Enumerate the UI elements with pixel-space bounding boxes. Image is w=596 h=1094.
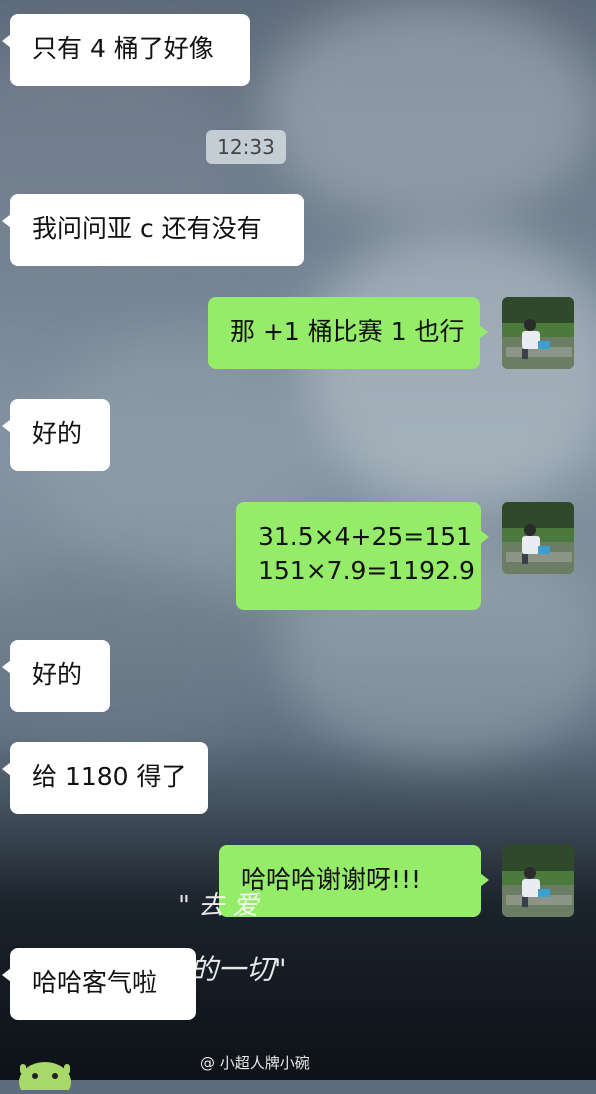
message-text: 给 1180 得了 — [32, 762, 187, 791]
message-text: 只有 4 桶了好像 — [32, 34, 214, 63]
user-avatar[interactable] — [502, 297, 574, 369]
message-bubble-incoming[interactable]: 好的 — [2, 399, 110, 471]
message-text: 哈哈哈谢谢呀!!! — [241, 865, 422, 894]
message-bubble-incoming[interactable]: 好的 — [2, 640, 110, 712]
message-text-line: 31.5×4+25=151 — [258, 522, 472, 551]
message-text: 好的 — [32, 419, 83, 448]
message-bubble-incoming[interactable]: 我问问亚 c 还有没有 — [2, 194, 304, 266]
message-bubble-incoming[interactable]: 给 1180 得了 — [2, 742, 208, 814]
avatar-photo-icon — [502, 845, 574, 917]
watermark-text: @ 小超人牌小碗 — [200, 1054, 310, 1072]
handwriting-line-1: " 去 爱 — [178, 891, 259, 921]
message-text: 好的 — [32, 660, 83, 689]
weibo-watermark: @ 小超人牌小碗 — [200, 1052, 310, 1073]
message-bubble-outgoing[interactable]: 那 +1 桶比赛 1 也行 — [208, 297, 488, 369]
user-avatar[interactable] — [502, 502, 574, 574]
avatar-photo-icon — [502, 502, 574, 574]
message-bubble-incoming[interactable]: 只有 4 桶了好像 — [2, 14, 250, 86]
message-text: 那 +1 桶比赛 1 也行 — [230, 317, 465, 346]
user-avatar[interactable] — [502, 845, 574, 917]
android-sticker-icon — [10, 1050, 80, 1094]
message-text-line: 151×7.9=1192.9 — [258, 556, 475, 585]
timestamp: 12:33 — [206, 130, 286, 164]
message-text: 哈哈客气啦 — [32, 968, 158, 997]
message-bubble-outgoing[interactable]: 31.5×4+25=151 151×7.9=1192.9 — [236, 502, 489, 610]
message-bubble-incoming[interactable]: 哈哈客气啦 — [2, 948, 196, 1020]
avatar-photo-icon — [502, 297, 574, 369]
message-text: 我问问亚 c 还有没有 — [32, 214, 262, 243]
